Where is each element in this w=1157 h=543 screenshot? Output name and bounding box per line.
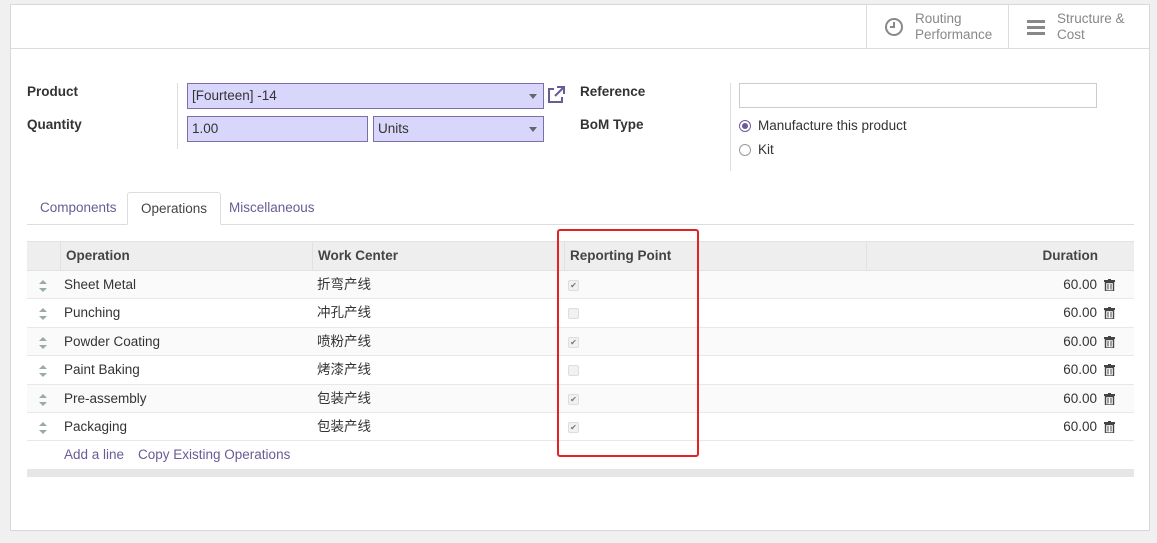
- smart-button-bar: Routing Performance Structure & Cost: [11, 5, 1149, 49]
- operations-table: Operation Work Center Reporting Point Du…: [27, 241, 1134, 478]
- work-center-cell[interactable]: 喷粉产线: [317, 328, 371, 356]
- drag-handle-icon[interactable]: [38, 365, 48, 378]
- duration-cell[interactable]: 60.00: [987, 413, 1097, 441]
- table-row[interactable]: Punching 冲孔产线 60.00: [27, 299, 1134, 328]
- structure-cost-button[interactable]: Structure & Cost: [1008, 5, 1149, 49]
- work-center-cell[interactable]: 冲孔产线: [317, 299, 371, 327]
- drag-handle-icon[interactable]: [38, 393, 48, 406]
- reporting-point-checkbox-checked[interactable]: ✔: [568, 393, 579, 405]
- work-center-cell[interactable]: 包装产线: [317, 385, 371, 413]
- structure-cost-label: Structure & Cost: [1057, 11, 1125, 42]
- work-center-cell[interactable]: 包装产线: [317, 413, 371, 441]
- bom-type-manufacture-radio[interactable]: Manufacture this product: [739, 118, 907, 133]
- add-line-link[interactable]: Add a line: [64, 441, 124, 468]
- bom-type-option-label: Manufacture this product: [758, 118, 907, 133]
- tab-miscellaneous[interactable]: Miscellaneous: [216, 192, 328, 225]
- duration-cell[interactable]: 60.00: [987, 356, 1097, 384]
- chevron-down-icon: [529, 94, 537, 99]
- chevron-down-icon: [529, 127, 537, 132]
- operation-cell[interactable]: Punching: [64, 299, 120, 327]
- column-header-work-center[interactable]: Work Center: [312, 242, 564, 271]
- table-row[interactable]: Paint Baking 烤漆产线 60.00: [27, 356, 1134, 385]
- external-link-icon[interactable]: [546, 85, 566, 105]
- duration-cell[interactable]: 60.00: [987, 385, 1097, 413]
- duration-cell[interactable]: 60.00: [987, 328, 1097, 356]
- reference-input[interactable]: [739, 83, 1097, 108]
- table-row[interactable]: Sheet Metal 折弯产线 ✔ 60.00: [27, 271, 1134, 300]
- routing-performance-button[interactable]: Routing Performance: [866, 5, 1008, 49]
- reporting-point-checkbox-checked[interactable]: ✔: [568, 280, 579, 291]
- duration-cell[interactable]: 60.00: [987, 299, 1097, 327]
- radio-unselected-icon: [739, 143, 751, 156]
- operation-cell[interactable]: Paint Baking: [64, 356, 140, 384]
- reporting-point-checkbox-checked[interactable]: ✔: [568, 336, 579, 348]
- reporting-point-checkbox[interactable]: [568, 365, 579, 377]
- table-row[interactable]: Packaging 包装产线 ✔ 60.00: [27, 413, 1134, 442]
- product-label: Product: [27, 84, 79, 99]
- trash-icon[interactable]: [1104, 392, 1115, 406]
- drag-handle-icon[interactable]: [38, 421, 48, 434]
- operation-cell[interactable]: Packaging: [64, 413, 127, 441]
- uom-value: Units: [378, 121, 409, 136]
- add-row: Add a line Copy Existing Operations: [27, 441, 1134, 469]
- drag-handle-icon[interactable]: [38, 336, 48, 349]
- divider: [730, 83, 731, 171]
- clock-icon: [883, 16, 905, 38]
- drag-handle-icon[interactable]: [38, 280, 48, 292]
- trash-icon[interactable]: [1104, 307, 1115, 321]
- trash-icon[interactable]: [1104, 335, 1115, 349]
- quantity-value: 1.00: [192, 121, 219, 136]
- operation-cell[interactable]: Pre-assembly: [64, 385, 147, 413]
- reporting-point-checkbox[interactable]: [568, 308, 579, 320]
- product-value: [Fourteen] -14: [192, 88, 277, 103]
- table-row[interactable]: Pre-assembly 包装产线 ✔ 60.00: [27, 384, 1134, 413]
- uom-select[interactable]: Units: [373, 116, 544, 142]
- bars-icon: [1025, 16, 1047, 38]
- tab-components[interactable]: Components: [27, 192, 130, 225]
- bom-type-kit-radio[interactable]: Kit: [739, 142, 774, 157]
- form-sheet: Routing Performance Structure & Cost Pro…: [10, 4, 1150, 531]
- table-body: Sheet Metal 折弯产线 ✔ 60.00 Punching 冲孔产线 6…: [27, 271, 1134, 442]
- notebook-tabs: Components Operations Miscellaneous: [27, 192, 1134, 225]
- operation-cell[interactable]: Sheet Metal: [64, 271, 136, 299]
- work-center-cell[interactable]: 折弯产线: [317, 271, 371, 299]
- radio-selected-icon: [739, 119, 751, 132]
- column-header-reporting-point[interactable]: Reporting Point: [564, 242, 866, 271]
- trash-icon[interactable]: [1104, 364, 1115, 377]
- quantity-input[interactable]: 1.00: [187, 116, 368, 142]
- column-header-operation[interactable]: Operation: [60, 242, 312, 271]
- duration-cell[interactable]: 60.00: [987, 271, 1097, 299]
- product-select[interactable]: [Fourteen] -14: [187, 83, 544, 109]
- operation-cell[interactable]: Powder Coating: [64, 328, 160, 356]
- trash-icon[interactable]: [1104, 279, 1115, 292]
- routing-performance-label: Routing Performance: [915, 11, 993, 42]
- table-header: Operation Work Center Reporting Point Du…: [27, 241, 1134, 271]
- trash-icon[interactable]: [1104, 420, 1115, 434]
- table-footer: [27, 469, 1134, 478]
- reference-label: Reference: [580, 84, 646, 99]
- drag-handle-icon[interactable]: [38, 308, 48, 321]
- bom-type-label: BoM Type: [580, 117, 644, 132]
- bom-type-option-label: Kit: [758, 142, 774, 157]
- quantity-label: Quantity: [27, 117, 82, 132]
- work-center-cell[interactable]: 烤漆产线: [317, 356, 371, 384]
- tab-operations[interactable]: Operations: [127, 192, 222, 225]
- column-header-duration[interactable]: Duration: [866, 242, 1101, 271]
- divider: [177, 83, 178, 149]
- reporting-point-checkbox-checked[interactable]: ✔: [568, 421, 579, 433]
- copy-existing-operations-link[interactable]: Copy Existing Operations: [138, 441, 290, 468]
- table-row[interactable]: Powder Coating 喷粉产线 ✔ 60.00: [27, 327, 1134, 357]
